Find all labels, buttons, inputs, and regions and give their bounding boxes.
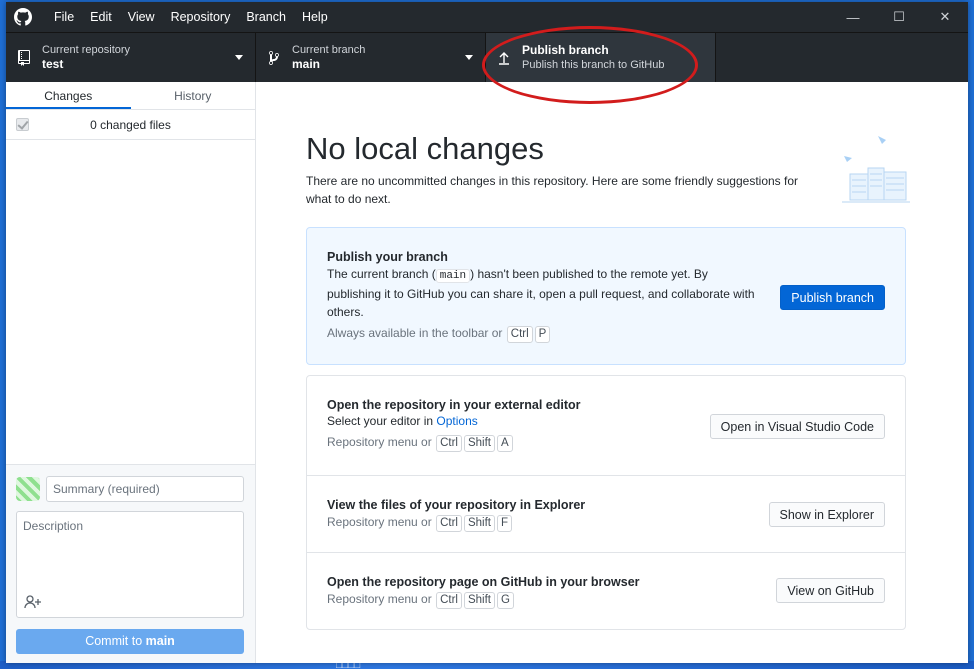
current-repository-dropdown[interactable]: Current repository test (6, 33, 256, 82)
commit-button[interactable]: Commit to main (16, 629, 244, 654)
menu-branch[interactable]: Branch (238, 2, 294, 32)
empty-state-illustration-icon (840, 134, 912, 206)
window-controls: — ☐ ✕ (830, 2, 968, 32)
page-title: No local changes (306, 131, 544, 166)
explorer-row: View the files of your repository in Exp… (307, 476, 905, 553)
chevron-down-icon (235, 55, 243, 60)
github-card-title: Open the repository page on GitHub in yo… (327, 575, 640, 589)
sidebar: Changes History 0 changed files Commit t… (6, 82, 256, 663)
branch-code: main (435, 269, 471, 283)
editor-card-body: Select your editor in Options (327, 412, 581, 430)
commit-prefix: Commit to (85, 634, 143, 648)
kbd-a: A (496, 435, 513, 452)
kbd-ctrl: Ctrl (436, 435, 462, 452)
kbd-ctrl: Ctrl (506, 326, 533, 343)
branch-value: main (292, 57, 321, 71)
github-desktop-window: File Edit View Repository Branch Help — … (6, 2, 968, 663)
kbd-f: F (496, 515, 512, 532)
maximize-button[interactable]: ☐ (876, 2, 922, 32)
description-box (16, 511, 244, 618)
avatar (16, 477, 40, 501)
branch-icon (256, 50, 292, 66)
sidebar-tabs: Changes History (6, 82, 255, 110)
publish-card-body-part1: The current branch ( (327, 267, 436, 281)
editor-row: Open the repository in your external edi… (307, 376, 905, 476)
kbd-ctrl: Ctrl (436, 592, 462, 609)
menu-bar: File Edit View Repository Branch Help (46, 2, 336, 32)
menu-help[interactable]: Help (294, 2, 336, 32)
publish-title: Publish branch (522, 43, 609, 57)
kbd-ctrl: Ctrl (436, 515, 462, 532)
repo-value: test (42, 57, 64, 71)
kbd-shift: Shift (463, 435, 495, 452)
select-all-checkbox[interactable] (16, 118, 29, 131)
branch-label: Current branch (292, 44, 366, 56)
tab-changes[interactable]: Changes (6, 82, 131, 109)
editor-body-text: Select your editor in (327, 414, 434, 428)
options-link[interactable]: Options (436, 414, 477, 428)
kbd-p: P (534, 326, 551, 343)
upload-icon (486, 51, 522, 65)
suggestions-list: Open the repository in your external edi… (306, 375, 906, 630)
kbd-shift: Shift (463, 515, 495, 532)
github-card-hint: Repository menu or Ctrl Shift G (327, 592, 640, 609)
kbd-g: G (496, 592, 514, 609)
kbd-shift: Shift (463, 592, 495, 609)
toolbar: Current repository test Current branch m… (6, 32, 968, 82)
publish-hint-text: Always available in the toolbar or (327, 326, 503, 340)
show-in-explorer-button[interactable]: Show in Explorer (768, 502, 885, 527)
menu-repository[interactable]: Repository (163, 2, 239, 32)
explorer-hint-text: Repository menu or (327, 515, 432, 529)
editor-card-hint: Repository menu or Ctrl Shift A (327, 435, 581, 452)
explorer-card-hint: Repository menu or Ctrl Shift F (327, 515, 585, 532)
menu-edit[interactable]: Edit (82, 2, 120, 32)
publish-card-hint: Always available in the toolbar or Ctrl P (327, 326, 757, 343)
github-hint-text: Repository menu or (327, 592, 432, 606)
publish-subtitle: Publish this branch to GitHub (522, 59, 665, 71)
close-button[interactable]: ✕ (922, 2, 968, 32)
changed-files-count: 0 changed files (90, 117, 171, 132)
menu-file[interactable]: File (46, 2, 82, 32)
publish-branch-card: Publish your branch The current branch (… (306, 227, 906, 365)
publish-card-title: Publish your branch (327, 250, 448, 264)
repo-icon (6, 49, 42, 66)
menu-view[interactable]: View (120, 2, 163, 32)
publish-branch-button[interactable]: Publish branch (780, 285, 885, 310)
open-in-vscode-button[interactable]: Open in Visual Studio Code (709, 414, 885, 439)
explorer-card-title: View the files of your repository in Exp… (327, 498, 586, 512)
view-on-github-button[interactable]: View on GitHub (776, 578, 885, 603)
github-logo-icon (8, 2, 38, 32)
editor-hint-text: Repository menu or (327, 435, 432, 449)
github-row: Open the repository page on GitHub in yo… (307, 553, 905, 630)
repo-label: Current repository (42, 44, 131, 56)
current-branch-dropdown[interactable]: Current branch main (256, 33, 486, 82)
title-bar: File Edit View Repository Branch Help — … (6, 2, 968, 32)
publish-branch-toolbar-button[interactable]: Publish branch Publish this branch to Gi… (486, 33, 716, 82)
publish-card-body: The current branch (main) hasn't been pu… (327, 265, 757, 321)
main-panel: No local changes There are no uncommitte… (257, 82, 968, 663)
chevron-down-icon (465, 55, 473, 60)
add-coauthor-icon[interactable] (23, 593, 43, 611)
summary-input[interactable] (46, 476, 244, 502)
changed-files-header: 0 changed files (6, 110, 255, 140)
commit-branch: main (145, 634, 175, 648)
editor-card-title: Open the repository in your external edi… (327, 398, 581, 412)
minimize-button[interactable]: — (830, 2, 876, 32)
page-subtitle: There are no uncommitted changes in this… (306, 174, 799, 206)
tab-history[interactable]: History (131, 82, 256, 109)
description-input[interactable] (17, 512, 243, 592)
commit-message-area: Commit to main (6, 464, 255, 663)
